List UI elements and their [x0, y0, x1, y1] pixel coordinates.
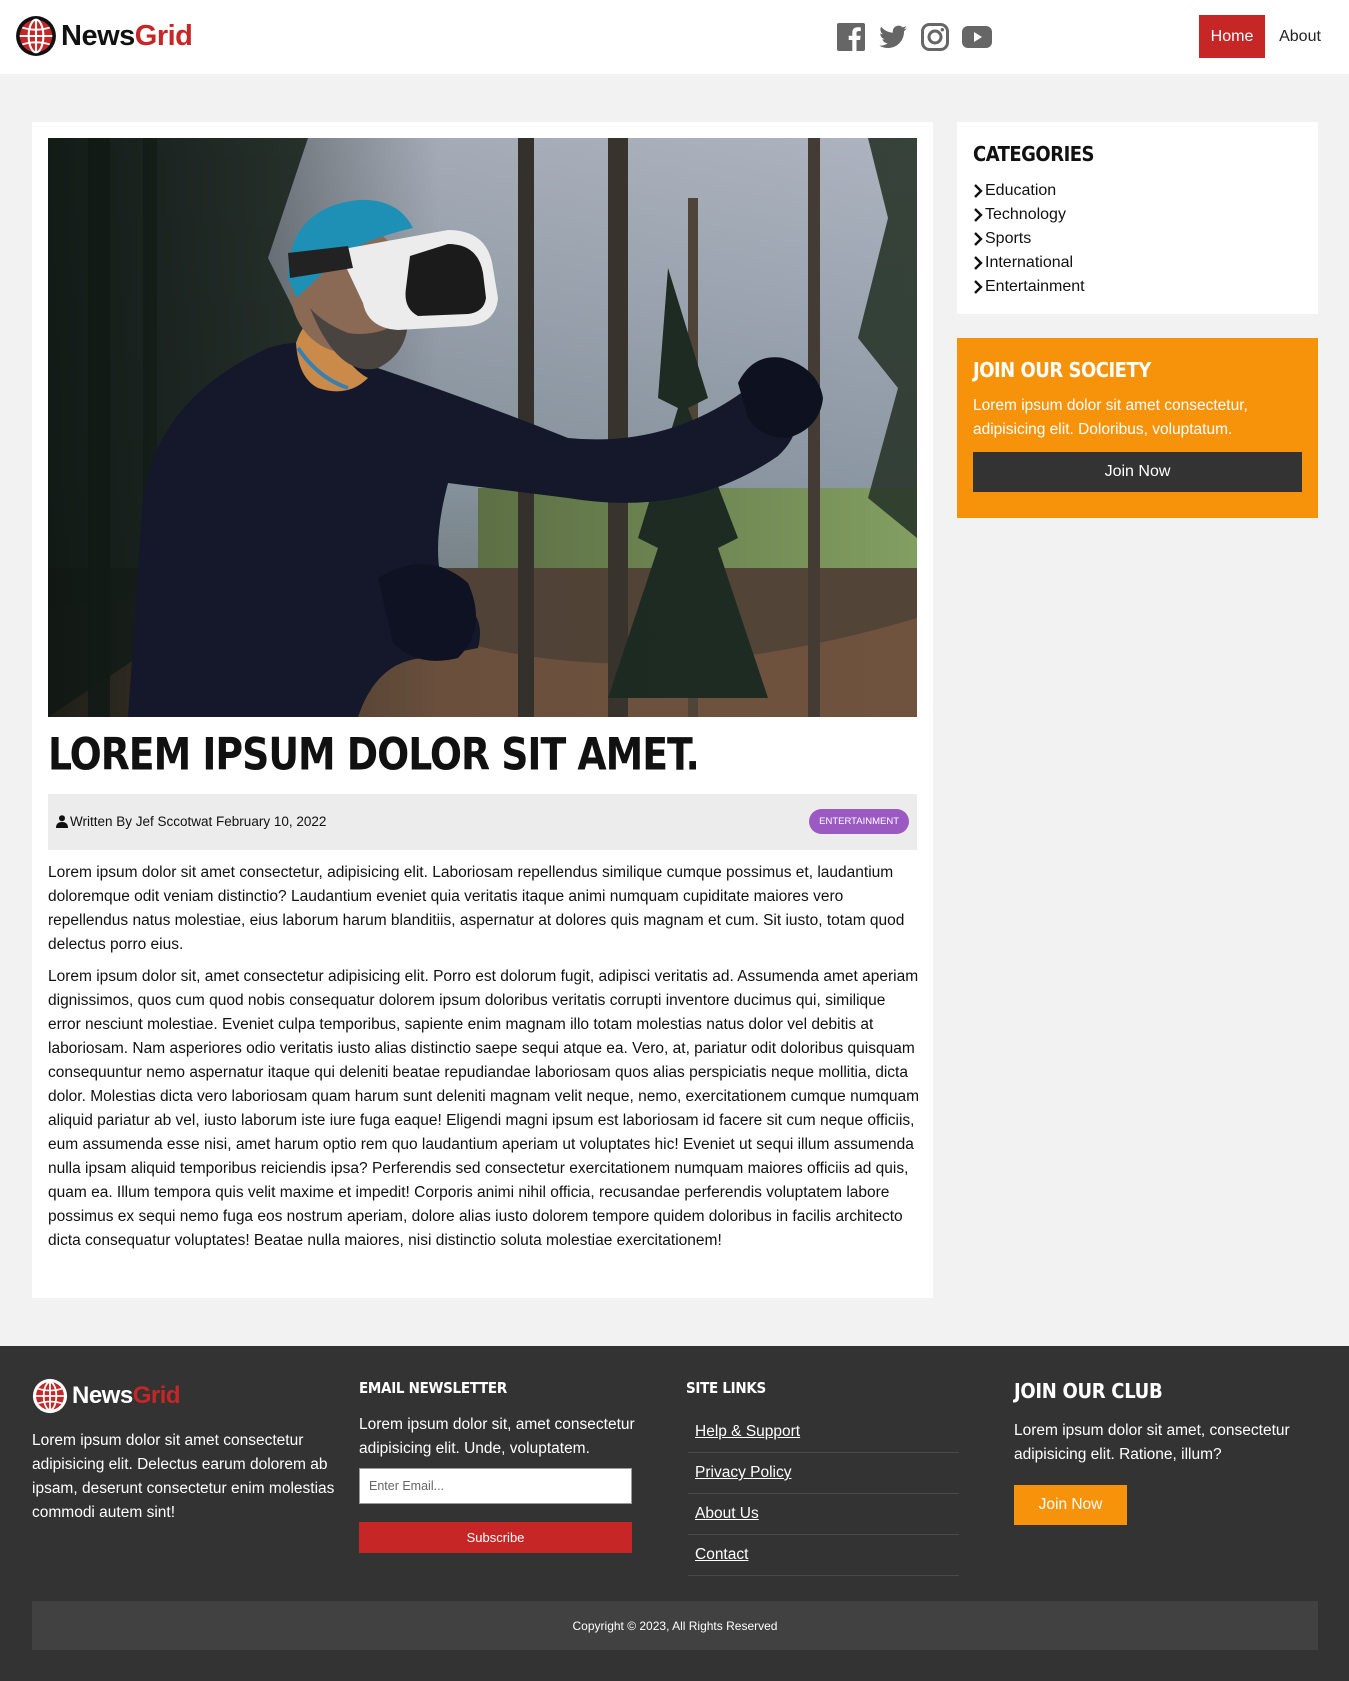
footer-about-text: Lorem ipsum dolor sit amet consectetur a… [32, 1432, 335, 1521]
newsletter-heading: EMAIL NEWSLETTER [359, 1379, 507, 1397]
nav-home-link[interactable]: Home [1199, 15, 1265, 58]
logo-text-part2: Grid [134, 19, 193, 52]
article-card: LOREM IPSUM DOLOR SIT AMET. Written By J… [32, 122, 933, 1298]
globe-icon [32, 1378, 68, 1414]
chevron-right-icon [974, 208, 983, 222]
article-meta-text: Written By Jef Sccotwat February 10, 202… [70, 814, 327, 829]
email-input[interactable] [359, 1468, 632, 1504]
join-club-heading: JOIN OUR CLUB [1014, 1379, 1163, 1403]
chevron-right-icon [974, 184, 983, 198]
category-label: International [985, 254, 1074, 271]
join-society-text: Lorem ipsum dolor sit amet consectetur, … [973, 397, 1248, 438]
logo-text-part2: Grid [132, 1382, 181, 1409]
chevron-right-icon [974, 280, 983, 294]
youtube-icon[interactable] [961, 22, 993, 52]
article-title: LOREM IPSUM DOLOR SIT AMET. [48, 728, 700, 781]
join-club-button[interactable]: Join Now [1014, 1485, 1127, 1525]
facebook-icon[interactable] [835, 22, 867, 52]
footer-link-privacy[interactable]: Privacy Policy [688, 1453, 959, 1494]
logo-text-part1: News [72, 1382, 133, 1409]
footer-logo-wordmark: NewsGrid [72, 1382, 181, 1410]
article-meta-bar: Written By Jef Sccotwat February 10, 202… [48, 794, 917, 850]
social-links [835, 22, 993, 52]
join-club-text: Lorem ipsum dolor sit amet, consectetur … [1014, 1422, 1290, 1463]
footer-link-contact[interactable]: Contact [688, 1535, 959, 1576]
copyright-bar: Copyright © 2023, All Rights Reserved [32, 1601, 1318, 1650]
category-label: Education [985, 182, 1057, 199]
join-society-heading: JOIN OUR SOCIETY [973, 358, 1151, 382]
article-paragraph: Lorem ipsum dolor sit, amet consectetur … [48, 968, 920, 1249]
categories-widget: CATEGORIES Education Technology Sports I… [957, 122, 1318, 314]
site-footer: NewsGrid Lorem ipsum dolor sit amet cons… [0, 1346, 1349, 1681]
subscribe-button[interactable]: Subscribe [359, 1522, 632, 1553]
article-hero-image [48, 138, 917, 717]
footer-link-help[interactable]: Help & Support [688, 1412, 959, 1453]
logo-wordmark: NewsGrid [61, 19, 193, 53]
top-navbar: NewsGrid Home About [0, 0, 1349, 74]
site-logo[interactable]: NewsGrid [15, 15, 193, 57]
chevron-right-icon [974, 232, 983, 246]
nav-about-link[interactable]: About [1265, 15, 1335, 58]
category-label: Technology [985, 206, 1066, 223]
category-item[interactable]: Education [973, 179, 1085, 203]
category-label: Sports [985, 230, 1032, 247]
category-label: Entertainment [985, 278, 1085, 295]
logo-text-part1: News [61, 19, 135, 52]
category-badge[interactable]: ENTERTAINMENT [809, 809, 909, 834]
join-now-button[interactable]: Join Now [973, 452, 1302, 492]
twitter-icon[interactable] [877, 22, 909, 52]
categories-heading: CATEGORIES [973, 142, 1095, 166]
category-item[interactable]: International [973, 251, 1085, 275]
chevron-right-icon [974, 256, 983, 270]
category-item[interactable]: Sports [973, 227, 1085, 251]
footer-link-about[interactable]: About Us [688, 1494, 959, 1535]
article-author: Written By Jef Sccotwat February 10, 202… [56, 814, 326, 829]
category-item[interactable]: Technology [973, 203, 1085, 227]
instagram-icon[interactable] [919, 22, 951, 52]
category-item[interactable]: Entertainment [973, 275, 1085, 299]
globe-icon [16, 16, 56, 56]
article-paragraph: Lorem ipsum dolor sit amet consectetur, … [48, 864, 905, 953]
footer-logo[interactable]: NewsGrid [32, 1378, 181, 1414]
user-icon [56, 815, 68, 828]
newsletter-text: Lorem ipsum dolor sit, amet consectetur … [359, 1416, 635, 1457]
site-links-heading: SITE LINKS [686, 1379, 766, 1397]
join-society-widget: JOIN OUR SOCIETY Lorem ipsum dolor sit a… [957, 338, 1318, 518]
site-links-list: Help & Support Privacy Policy About Us C… [688, 1412, 959, 1576]
categories-list: Education Technology Sports Internationa… [973, 179, 1085, 299]
